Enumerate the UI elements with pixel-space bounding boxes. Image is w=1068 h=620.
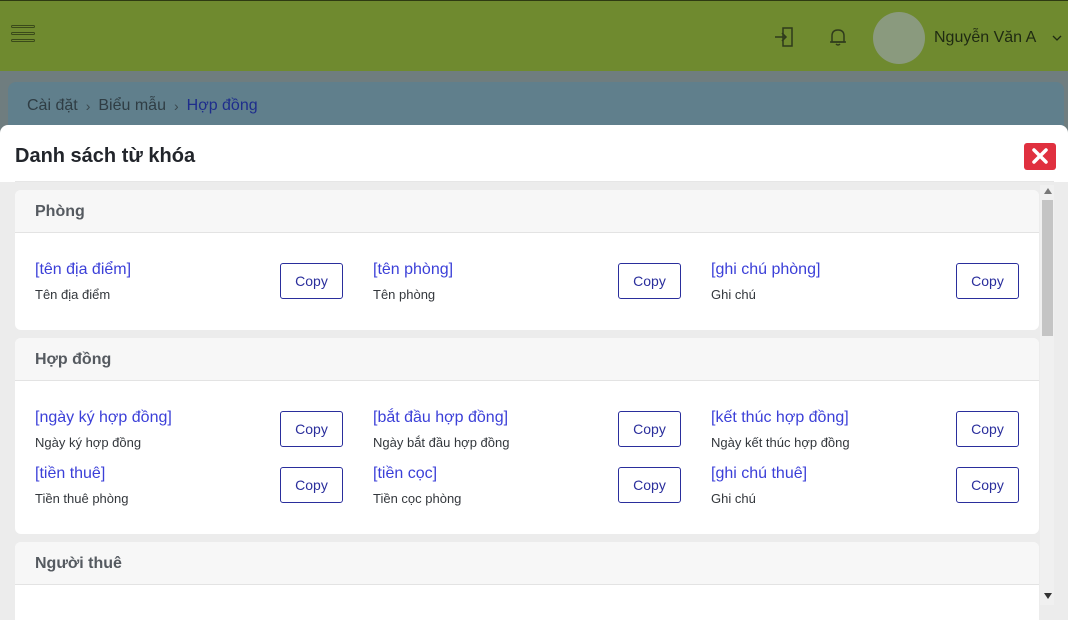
keyword-item: [kết thúc hợp đồng] Ngày kết thúc hợp đồ…: [691, 401, 1029, 457]
copy-button[interactable]: Copy: [618, 411, 681, 447]
section-room: Phòng [tên địa điểm] Tên địa điểm Copy […: [15, 190, 1039, 330]
menu-icon[interactable]: [11, 25, 35, 49]
keyword-desc: Ngày bắt đầu hợp đồng: [373, 435, 510, 450]
chevron-down-icon[interactable]: [1052, 33, 1062, 43]
keyword-row: [tên địa điểm] Tên địa điểm Copy [tên ph…: [15, 253, 1039, 309]
username[interactable]: Nguyễn Văn A: [934, 29, 1036, 47]
breadcrumb-item-forms[interactable]: Biểu mẫu: [98, 97, 166, 115]
copy-button[interactable]: Copy: [280, 263, 343, 299]
copy-button[interactable]: Copy: [280, 467, 343, 503]
avatar[interactable]: [873, 12, 925, 64]
modal-body: Phòng [tên địa điểm] Tên địa điểm Copy […: [0, 182, 1068, 620]
keyword-desc: Ngày kết thúc hợp đồng: [711, 435, 850, 450]
copy-button[interactable]: Copy: [280, 411, 343, 447]
close-icon: [1032, 148, 1048, 164]
keyword-row: [tiền thuê] Tiền thuê phòng Copy [tiền c…: [15, 457, 1039, 513]
keyword-item: [bắt đầu hợp đồng] Ngày bắt đầu hợp đồng…: [353, 401, 691, 457]
keyword-name: [tiền cọc]: [373, 465, 438, 482]
keyword-item: [tiền thuê] Tiền thuê phòng Copy: [15, 457, 353, 513]
keyword-desc: Tiền thuê phòng: [35, 491, 129, 506]
copy-button[interactable]: Copy: [956, 263, 1019, 299]
section-header: Người thuê: [15, 542, 1039, 585]
scroll-up-arrow-icon[interactable]: [1044, 188, 1052, 194]
keyword-desc: Tên phòng: [373, 287, 436, 302]
chevron-right-icon: ›: [85, 98, 91, 114]
keyword-desc: Ghi chú: [711, 491, 756, 506]
door-icon[interactable]: [773, 26, 795, 48]
close-button[interactable]: [1024, 143, 1056, 170]
keyword-item: [tên địa điểm] Tên địa điểm Copy: [15, 253, 353, 309]
copy-button[interactable]: Copy: [618, 263, 681, 299]
keyword-item: [ghi chú thuê] Ghi chú Copy: [691, 457, 1029, 513]
keyword-name: [tên phòng]: [373, 261, 454, 278]
keyword-list-modal: Danh sách từ khóa Phòng [tên địa điểm] T…: [0, 125, 1068, 620]
modal-title: Danh sách từ khóa: [15, 145, 196, 167]
keyword-row: [ngày ký hợp đồng] Ngày ký hợp đồng Copy…: [15, 401, 1039, 457]
copy-button[interactable]: Copy: [956, 411, 1019, 447]
keyword-desc: Tên địa điểm: [35, 287, 111, 302]
section-header: Phòng: [15, 190, 1039, 233]
keyword-name: [ghi chú phòng]: [711, 261, 821, 278]
breadcrumb-item-contract: Hợp đồng: [186, 97, 258, 114]
keyword-item: [ghi chú phòng] Ghi chú Copy: [691, 253, 1029, 309]
keyword-desc: Ghi chú: [711, 287, 756, 302]
keyword-item: [ngày ký hợp đồng] Ngày ký hợp đồng Copy: [15, 401, 353, 457]
keyword-name: [bắt đầu hợp đồng]: [373, 409, 509, 426]
keyword-item: [tiền cọc] Tiền cọc phòng Copy: [353, 457, 691, 513]
section-tenant: Người thuê: [15, 542, 1039, 620]
keyword-name: [ghi chú thuê]: [711, 465, 808, 482]
keyword-desc: Ngày ký hợp đồng: [35, 435, 142, 450]
keyword-name: [kết thúc hợp đồng]: [711, 409, 849, 426]
scroll-thumb[interactable]: [1042, 200, 1053, 336]
bell-icon[interactable]: [827, 26, 849, 48]
keyword-name: [ngày ký hợp đồng]: [35, 409, 172, 426]
section-contract: Hợp đồng [ngày ký hợp đồng] Ngày ký hợp …: [15, 338, 1039, 534]
keyword-name: [tiền thuê]: [35, 465, 106, 482]
breadcrumb-item-settings[interactable]: Cài đặt: [27, 97, 78, 115]
scroll-down-arrow-icon[interactable]: [1044, 593, 1052, 599]
keyword-item: [tên phòng] Tên phòng Copy: [353, 253, 691, 309]
section-header: Hợp đồng: [15, 338, 1039, 381]
top-bar: Nguyễn Văn A: [0, 0, 1068, 71]
copy-button[interactable]: Copy: [618, 467, 681, 503]
copy-button[interactable]: Copy: [956, 467, 1019, 503]
breadcrumb: Cài đặt › Biểu mẫu › Hợp đồng: [27, 97, 258, 115]
keyword-name: [tên địa điểm]: [35, 261, 132, 278]
keyword-desc: Tiền cọc phòng: [373, 491, 462, 506]
chevron-right-icon: ›: [173, 98, 179, 114]
